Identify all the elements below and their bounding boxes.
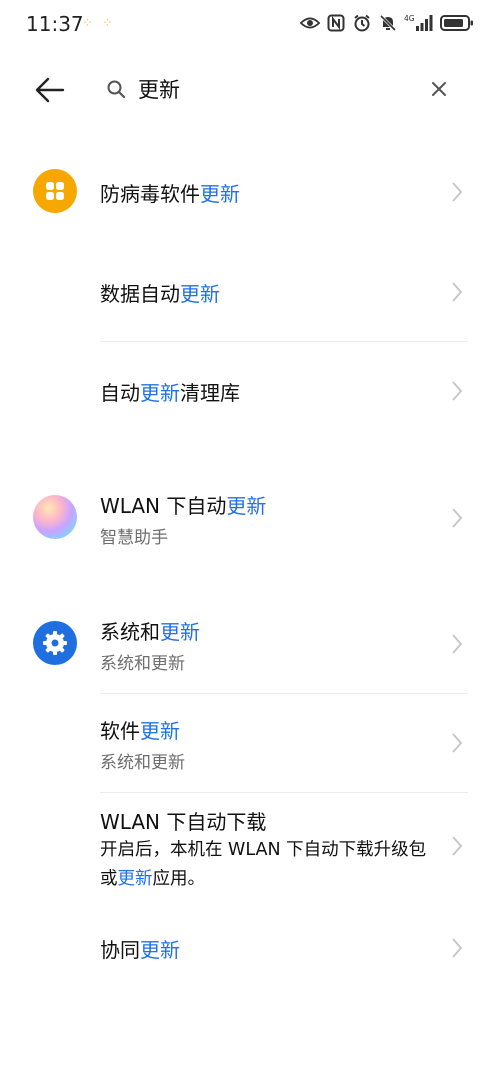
result-title: 防病毒软件更新 (100, 182, 240, 206)
nfc-icon (326, 13, 346, 33)
result-software-update[interactable]: 软件更新 系统和更新 (0, 701, 500, 785)
mute-bell-icon (378, 13, 398, 33)
result-title: 协同更新 (100, 938, 180, 962)
chevron-right-icon (452, 381, 463, 401)
result-title: 数据自动更新 (100, 282, 220, 306)
search-header: 更新 (0, 60, 500, 118)
result-wlan-auto-update[interactable]: WLAN 下自动更新 智慧助手 (0, 476, 500, 560)
chevron-right-icon (452, 733, 463, 753)
smart-assistant-app-icon (33, 495, 77, 539)
status-time: 11:37 (26, 12, 84, 36)
chevron-right-icon (452, 634, 463, 654)
network-label: 4G (404, 14, 415, 23)
divider (100, 341, 468, 342)
settings-app-icon (33, 621, 77, 665)
result-title: 自动更新清理库 (100, 381, 240, 405)
status-bar: 11:37 ⁘⁘ 4G (0, 0, 500, 50)
result-collaborative-update[interactable]: 协同更新 (0, 906, 500, 990)
search-icon (106, 79, 126, 99)
result-description: 开启后，本机在 WLAN 下自动下载升级包或更新应用。 (100, 840, 427, 889)
divider (100, 792, 468, 793)
result-system-update[interactable]: 系统和更新 系统和更新 (0, 602, 500, 686)
result-subtitle: 系统和更新 (100, 753, 185, 773)
result-title: 系统和更新 (100, 620, 200, 644)
arrow-left-icon[interactable] (30, 72, 70, 108)
chevron-right-icon (452, 182, 463, 202)
chevron-right-icon (452, 282, 463, 302)
result-subtitle: 系统和更新 (100, 654, 185, 674)
result-antivirus-update[interactable]: 防病毒软件更新 (0, 150, 500, 234)
eye-icon (300, 13, 320, 33)
divider (100, 693, 468, 694)
chevron-right-icon (452, 938, 463, 958)
search-input[interactable]: 更新 (138, 74, 180, 104)
status-icons: 4G (300, 13, 474, 33)
chevron-right-icon (452, 836, 463, 856)
result-data-auto-update[interactable]: 数据自动更新 (0, 250, 500, 334)
result-title: 软件更新 (100, 719, 180, 743)
chevron-right-icon (452, 508, 463, 528)
battery-icon (440, 13, 474, 33)
antivirus-app-icon (33, 169, 77, 213)
result-title: WLAN 下自动下载 (100, 810, 267, 834)
result-wlan-auto-download[interactable]: WLAN 下自动下载 开启后，本机在 WLAN 下自动下载升级包或更新应用。 (0, 800, 500, 900)
notification-dots-icon: ⁘⁘ (82, 16, 122, 31)
result-auto-update-cleanup-db[interactable]: 自动更新清理库 (0, 349, 500, 433)
alarm-icon (352, 13, 372, 33)
result-subtitle: 智慧助手 (100, 528, 168, 548)
result-title: WLAN 下自动更新 (100, 494, 267, 518)
signal-icon: 4G (404, 13, 434, 33)
close-icon[interactable] (424, 74, 454, 104)
